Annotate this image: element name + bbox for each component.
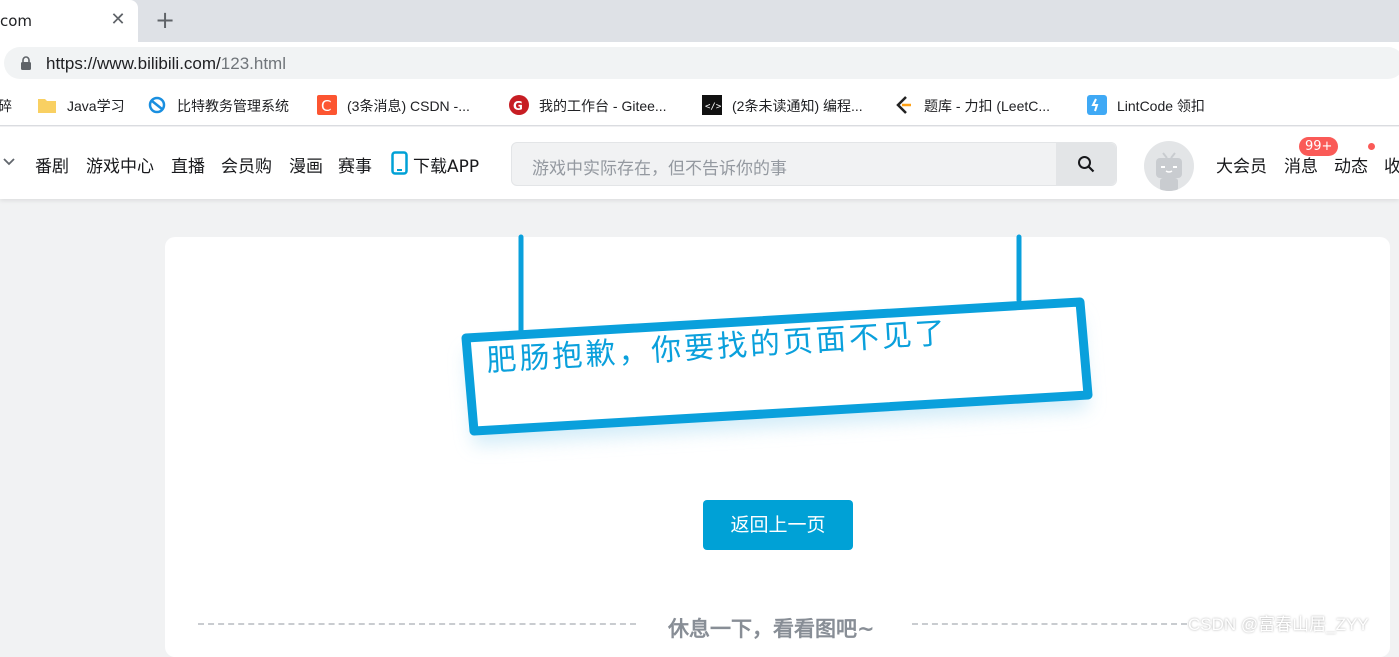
hanging-sign-illustration bbox=[461, 234, 1093, 445]
csdn-watermark: CSDN @富春山居_ZYY bbox=[1188, 615, 1369, 634]
rest-section-title: 休息一下，看看图吧~ bbox=[668, 617, 875, 641]
go-back-button[interactable]: 返回上一页 bbox=[703, 500, 853, 550]
divider-left bbox=[198, 623, 636, 625]
divider-right bbox=[912, 623, 1187, 625]
